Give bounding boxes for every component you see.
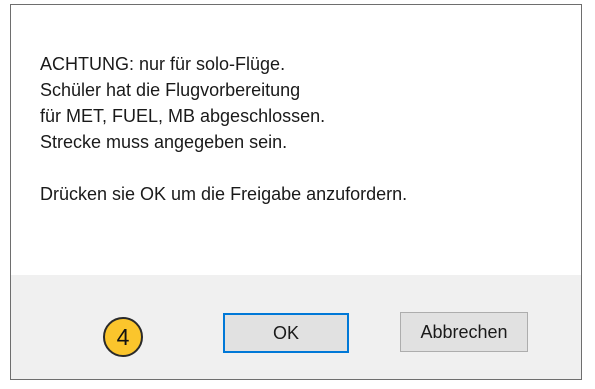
message-line-items: für MET, FUEL, MB abgeschlossen. (40, 106, 326, 126)
message-area: ACHTUNG: nur für solo-Flüge. Schüler hat… (11, 5, 581, 275)
ok-button[interactable]: OK (223, 313, 349, 353)
dialog-message: ACHTUNG: nur für solo-Flüge. Schüler hat… (40, 51, 407, 207)
message-line-preparation: Schüler hat die Flugvorbereitung (40, 80, 301, 100)
step-number-badge: 4 (103, 317, 143, 357)
button-bar: 4 OK Abbrechen (11, 275, 581, 379)
message-line-warning: ACHTUNG: nur für solo-Flüge. (40, 54, 286, 74)
message-line-route: Strecke muss angegeben sein. (40, 132, 288, 152)
cancel-button[interactable]: Abbrechen (400, 312, 528, 352)
message-line-instruction: Drücken sie OK um die Freigabe anzuforde… (40, 184, 408, 204)
message-spacer (40, 155, 407, 181)
message-dialog: ACHTUNG: nur für solo-Flüge. Schüler hat… (10, 4, 582, 380)
